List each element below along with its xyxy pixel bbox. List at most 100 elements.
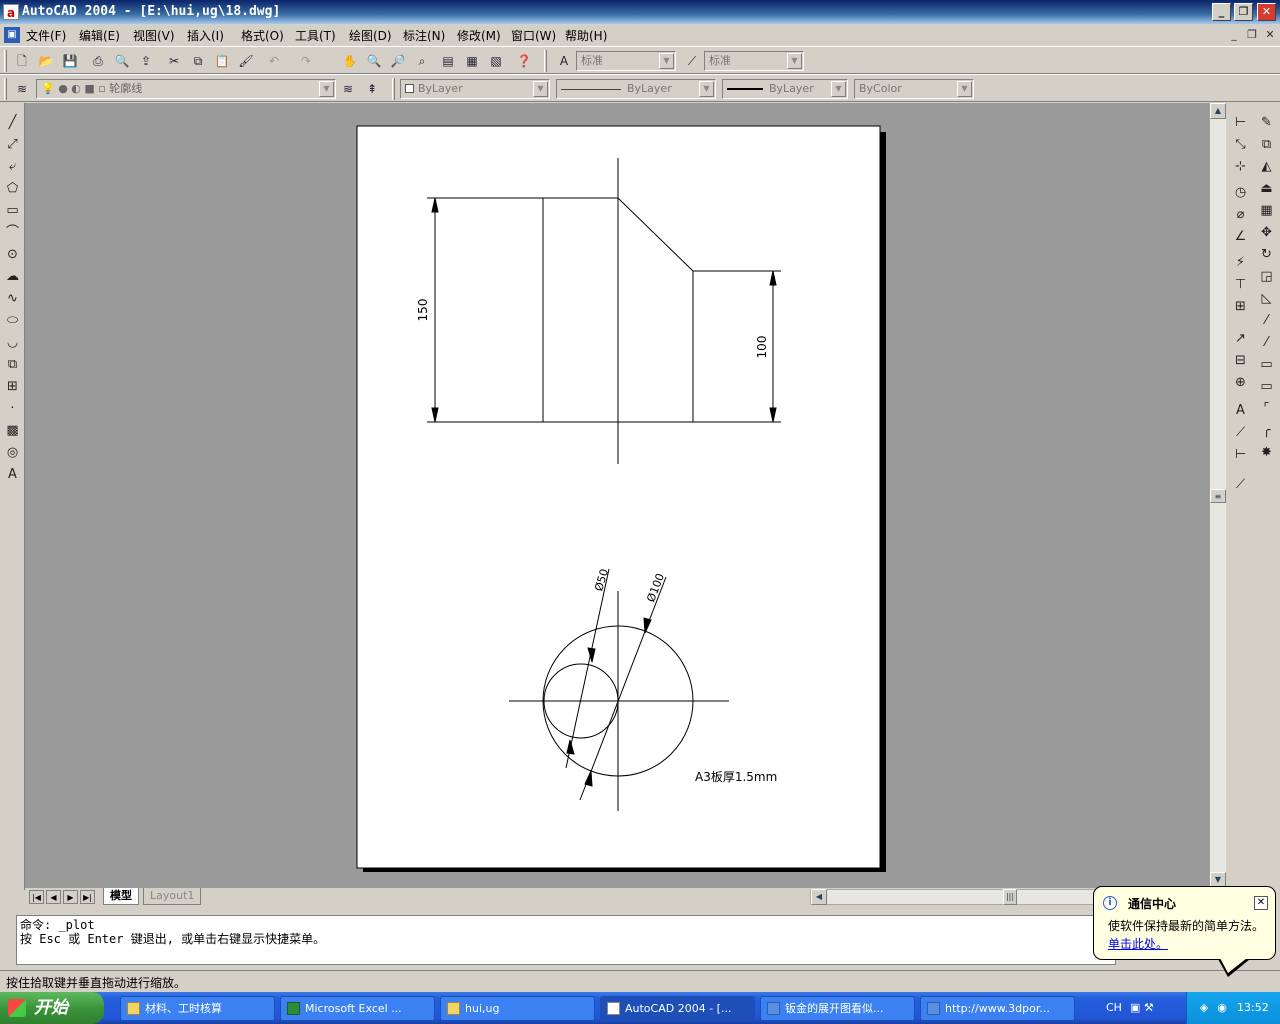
rectangle-icon[interactable]: ▭ xyxy=(2,201,23,221)
extend-icon[interactable]: ⁄ xyxy=(1256,333,1277,353)
task-folder-huiug[interactable]: hui,ug xyxy=(440,996,595,1021)
tab-model[interactable]: 模型 xyxy=(103,888,139,905)
task-browser-2[interactable]: http://www.3dpor... xyxy=(920,996,1075,1021)
menu-view[interactable]: 视图(V) xyxy=(133,27,175,44)
aligned-dim-icon[interactable]: ⤡ xyxy=(1230,135,1251,155)
undo-icon[interactable]: ↶ xyxy=(264,51,284,71)
clock[interactable]: 13:52 xyxy=(1237,1001,1269,1014)
tray-volume-icon[interactable]: ◉ xyxy=(1215,1001,1229,1015)
scroll-left-icon[interactable]: ◀ xyxy=(811,889,827,905)
make-block-icon[interactable]: ⊞ xyxy=(2,377,23,397)
command-text[interactable]: 命令: _plot 按 Esc 或 Enter 键退出, 或单击右键显示快捷菜单。 xyxy=(16,915,1116,965)
task-excel[interactable]: Microsoft Excel ... xyxy=(280,996,435,1021)
close-button[interactable]: ✕ xyxy=(1257,3,1276,21)
explode-icon[interactable]: ✸ xyxy=(1256,443,1277,463)
zoom-window-icon[interactable]: 🔎 xyxy=(388,51,408,71)
zoom-previous-icon[interactable]: ⌕ xyxy=(412,51,432,71)
menu-help[interactable]: 帮助(H) xyxy=(565,27,607,44)
menu-format[interactable]: 格式(O) xyxy=(241,27,284,44)
offset-icon[interactable]: ⏏ xyxy=(1256,179,1277,199)
plotstyle-select[interactable]: ByColor ▼ xyxy=(854,79,974,99)
doc-restore-button[interactable]: ❐ xyxy=(1244,28,1260,42)
radius-dim-icon[interactable]: ◷ xyxy=(1230,183,1251,203)
arc-icon[interactable]: ⌒ xyxy=(2,223,23,243)
rotate-icon[interactable]: ↻ xyxy=(1256,245,1277,265)
menu-modify[interactable]: 修改(M) xyxy=(457,27,501,44)
menu-window[interactable]: 窗口(W) xyxy=(511,27,556,44)
prev-tab-icon[interactable]: ◀ xyxy=(46,890,61,904)
copy-icon[interactable]: ⧉ xyxy=(188,51,208,71)
fillet-icon[interactable]: ╭ xyxy=(1256,421,1277,441)
erase-icon[interactable]: ✎ xyxy=(1256,113,1277,133)
baseline-dim-icon[interactable]: ⊤ xyxy=(1230,275,1251,295)
drawing-canvas[interactable]: 150 100 Ø50 Ø100 A3板厚1.5mm xyxy=(25,103,1210,888)
tolerance-icon[interactable]: ⊟ xyxy=(1230,351,1251,371)
task-browser-1[interactable]: 钣金的展开图看似... xyxy=(760,996,915,1021)
ellipse-icon[interactable]: ⬭ xyxy=(2,311,23,331)
move-icon[interactable]: ✥ xyxy=(1256,223,1277,243)
scroll-thumb[interactable]: ≡ xyxy=(1210,489,1226,503)
maximize-button[interactable]: ❐ xyxy=(1234,3,1253,21)
spline-icon[interactable]: ∿ xyxy=(2,289,23,309)
polyline-icon[interactable]: ⤶ xyxy=(2,157,23,177)
mirror-icon[interactable]: ◭ xyxy=(1256,157,1277,177)
insert-block-icon[interactable]: ⧉ xyxy=(2,355,23,375)
task-folder-materials[interactable]: 材料、工时核算 xyxy=(120,996,275,1021)
toolbar-grip[interactable] xyxy=(544,50,547,72)
match-properties-icon[interactable]: 🖌 xyxy=(236,51,256,71)
layer-previous-icon[interactable]: ⇞ xyxy=(362,79,382,99)
print-preview-icon[interactable]: 🔍 xyxy=(112,51,132,71)
vertical-scrollbar[interactable]: ▲ ≡ ▼ xyxy=(1210,103,1226,888)
make-layer-current-icon[interactable]: ≋ xyxy=(338,79,358,99)
center-mark-icon[interactable]: ⊕ xyxy=(1230,373,1251,393)
linear-dim-icon[interactable]: ⊢ xyxy=(1230,113,1251,133)
next-tab-icon[interactable]: ▶ xyxy=(63,890,78,904)
hatch-icon[interactable]: ▩ xyxy=(2,421,23,441)
revcloud-icon[interactable]: ☁ xyxy=(2,267,23,287)
color-select[interactable]: ByLayer ▼ xyxy=(400,79,550,99)
balloon-link[interactable]: 单击此处。 xyxy=(1108,935,1168,952)
notification-balloon[interactable]: i 通信中心 ✕ 使软件保持最新的简单方法。 单击此处。 xyxy=(1093,886,1276,960)
text-style-select[interactable]: 标准 ▼ xyxy=(576,51,676,71)
lineweight-select[interactable]: ByLayer ▼ xyxy=(722,79,848,99)
doc-close-button[interactable]: ✕ xyxy=(1262,28,1278,42)
drawing-area[interactable]: 150 100 Ø50 Ø100 A3板厚1.5mm xyxy=(25,103,1210,888)
scroll-thumb-h[interactable]: ||| xyxy=(1003,889,1017,905)
zoom-realtime-icon[interactable]: 🔍 xyxy=(364,51,384,71)
scale-icon[interactable]: ◲ xyxy=(1256,267,1277,287)
dim-style-icon[interactable]: ⟋ xyxy=(682,51,702,71)
ordinate-dim-icon[interactable]: ⊹ xyxy=(1230,157,1251,177)
tool-palettes-icon[interactable]: ▧ xyxy=(486,51,506,71)
diameter-dim-icon[interactable]: ⌀ xyxy=(1230,205,1251,225)
tab-layout1[interactable]: Layout1 xyxy=(143,888,202,905)
multiline-text-icon[interactable]: A xyxy=(2,465,23,485)
dim-text-edit-icon[interactable]: ⟋ xyxy=(1230,423,1251,443)
scroll-up-icon[interactable]: ▲ xyxy=(1210,103,1226,119)
toolbar-grip[interactable] xyxy=(392,78,395,100)
menu-tools[interactable]: 工具(T) xyxy=(295,27,336,44)
angular-dim-icon[interactable]: ∠ xyxy=(1230,227,1251,247)
new-icon[interactable]: 🗋 xyxy=(12,51,32,71)
menu-insert[interactable]: 插入(I) xyxy=(187,27,224,44)
menu-file[interactable]: 文件(F) xyxy=(26,27,66,44)
polygon-icon[interactable]: ⬠ xyxy=(2,179,23,199)
menu-dimension[interactable]: 标注(N) xyxy=(403,27,445,44)
break-icon[interactable]: ▭ xyxy=(1256,355,1277,375)
redo-icon[interactable]: ↷ xyxy=(296,51,316,71)
line-icon[interactable]: ╱ xyxy=(2,113,23,133)
task-autocad[interactable]: AutoCAD 2004 - [... xyxy=(600,996,755,1021)
point-icon[interactable]: · xyxy=(2,399,23,419)
menu-draw[interactable]: 绘图(D) xyxy=(349,27,392,44)
quick-dim-icon[interactable]: ⚡ xyxy=(1230,253,1251,273)
stretch-icon[interactable]: ◺ xyxy=(1256,289,1277,309)
autocad-app-icon[interactable]: a xyxy=(3,4,19,20)
language-indicator[interactable]: CH xyxy=(1106,1001,1122,1014)
balloon-close-icon[interactable]: ✕ xyxy=(1254,896,1268,910)
properties-icon[interactable]: ▤ xyxy=(438,51,458,71)
save-icon[interactable]: 💾 xyxy=(60,51,80,71)
dim-update-icon[interactable]: ⊢ xyxy=(1230,445,1251,465)
publish-icon[interactable]: ⇪ xyxy=(136,51,156,71)
text-style-icon[interactable]: A xyxy=(554,51,574,71)
tray-network-icon[interactable]: ◈ xyxy=(1197,1001,1211,1015)
title-bar[interactable]: a AutoCAD 2004 - [E:\hui,ug\18.dwg] _ ❐ … xyxy=(0,0,1280,24)
